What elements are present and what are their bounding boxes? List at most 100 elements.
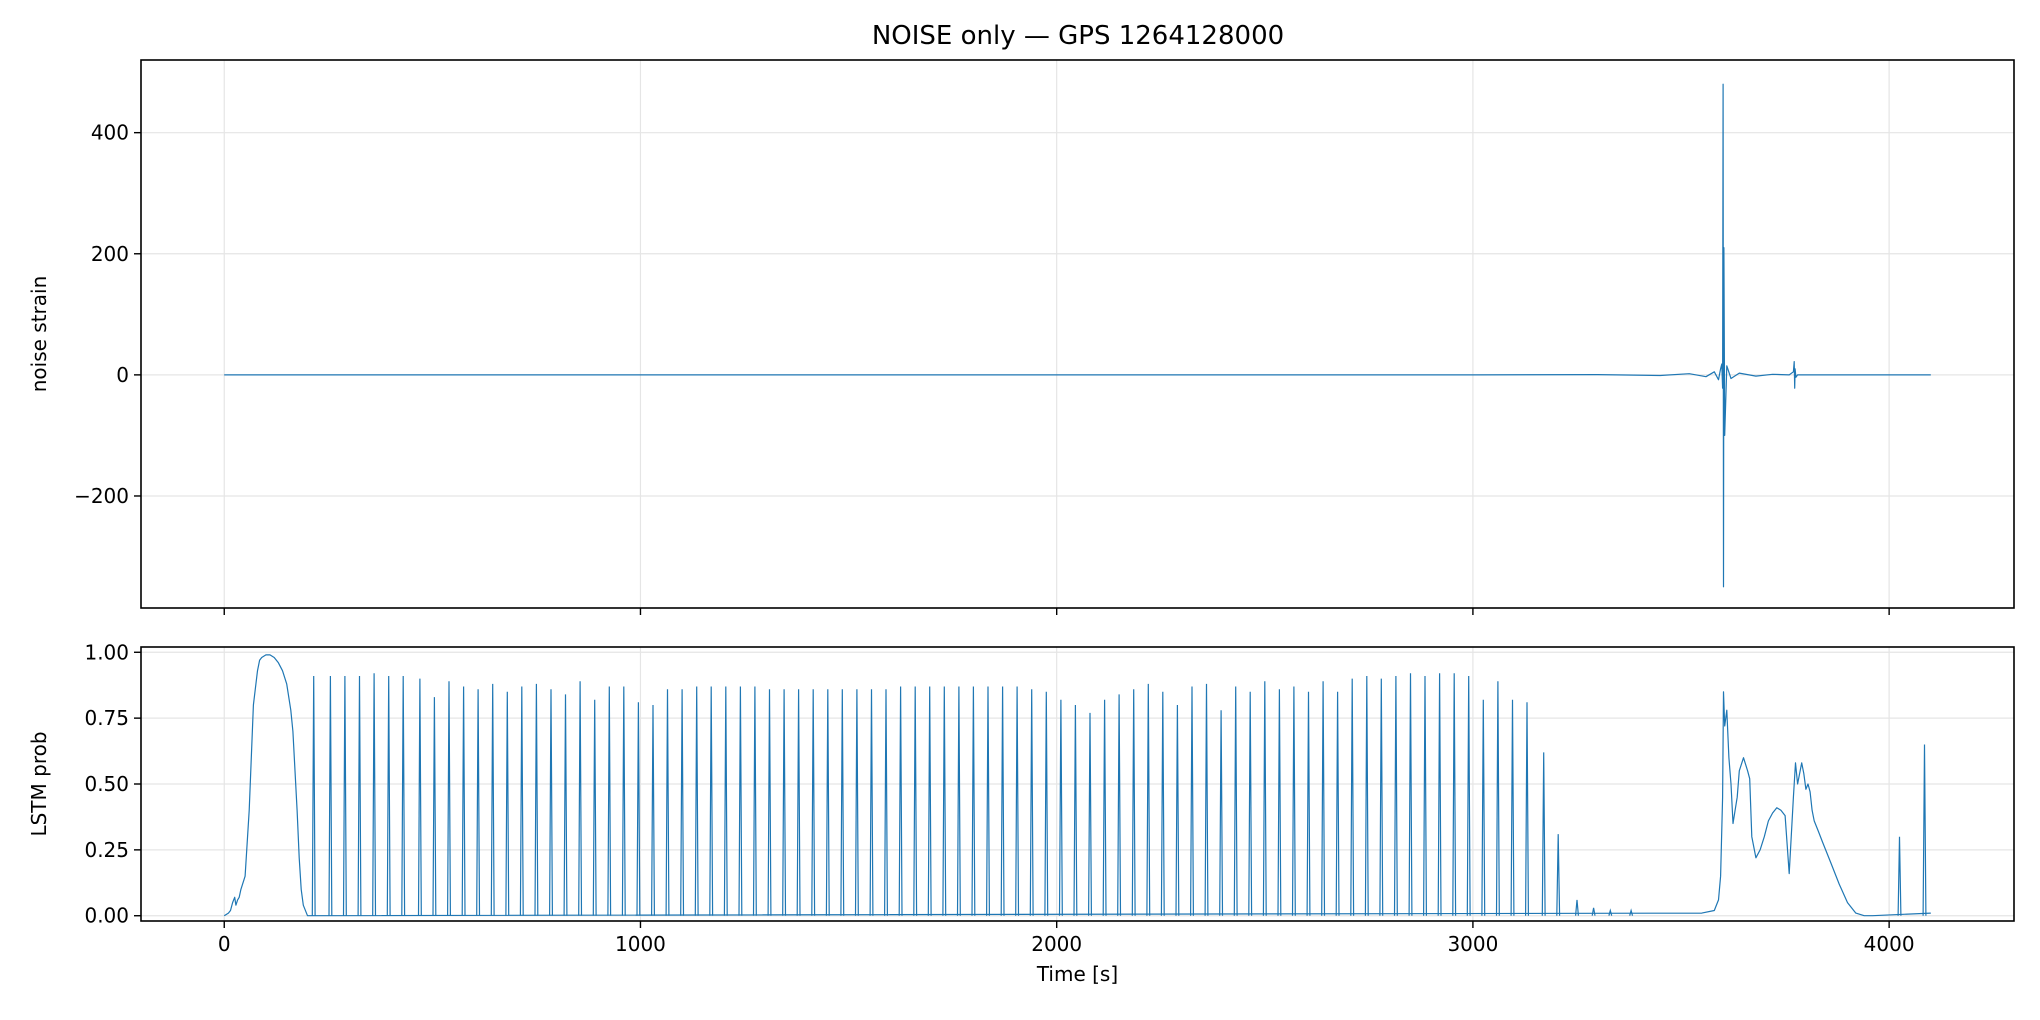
bottom-spike: [898, 686, 903, 916]
bottom-series: [223, 654, 1931, 917]
bottom-spike: [432, 697, 437, 916]
bottom-spike: [636, 702, 641, 916]
bottom-spike: [1922, 744, 1927, 916]
bottom-ytick-label: 1.00: [84, 640, 129, 664]
bottom-spike: [417, 678, 422, 916]
bottom-spike: [796, 689, 801, 916]
bottom-spike: [401, 675, 406, 916]
bottom-spike: [1160, 691, 1165, 916]
bottom-spike: [1437, 673, 1442, 916]
bottom-spike: [1102, 699, 1107, 916]
top-ytick-label: 200: [91, 242, 129, 266]
bottom-spike: [956, 686, 961, 916]
bottom-xtick-label: 0: [218, 932, 231, 956]
bottom-xtick-label: 4000: [1864, 932, 1915, 956]
bottom-spike: [1262, 681, 1267, 916]
bottom-spike: [1591, 907, 1596, 916]
bottom-xtick-label: 2000: [1031, 932, 1082, 956]
bottom-spike: [1510, 699, 1515, 916]
bottom-spike: [1058, 699, 1063, 916]
bottom-ytick-label: 0.25: [84, 838, 129, 862]
bottom-spike: [709, 686, 714, 916]
bottom-spike: [1044, 691, 1049, 916]
top-ytick-label: −200: [74, 484, 129, 508]
bottom-spike: [1556, 834, 1561, 916]
bottom-spike: [1277, 689, 1282, 916]
chart-title: NOISE only — GPS 1264128000: [872, 21, 1284, 51]
bottom-spike: [519, 686, 524, 916]
bottom-spike: [738, 686, 743, 916]
top-ytick-label: 400: [91, 121, 129, 145]
bottom-spike: [1073, 704, 1078, 916]
top-ylabel: noise strain: [27, 276, 51, 393]
bottom-ytick-label: 0.50: [84, 772, 129, 796]
bottom-spike: [985, 686, 991, 916]
bottom-spike: [1000, 686, 1005, 916]
bottom-spike: [1306, 691, 1311, 916]
bottom-spike: [840, 689, 845, 916]
bottom-grid: [141, 647, 2014, 921]
bottom-spike: [811, 689, 816, 916]
bottom-spike: [1291, 686, 1296, 916]
bottom-spike: [1087, 712, 1093, 916]
bottom-spike: [476, 689, 481, 916]
bottom-spike: [1335, 691, 1340, 916]
bottom-spike: [328, 675, 333, 916]
bottom-spike: [1452, 673, 1457, 916]
bottom-spike: [1321, 681, 1326, 916]
bottom-spike: [723, 686, 728, 916]
top-ticks: −200 0 200 400: [74, 121, 1890, 615]
bottom-spike: [782, 689, 787, 916]
bottom-spike: [971, 686, 976, 916]
bottom-spike: [883, 689, 889, 916]
bottom-spike: [578, 681, 583, 916]
bottom-spike: [1364, 675, 1369, 916]
bottom-spike: [1495, 681, 1500, 916]
bottom-ytick-label: 0.75: [84, 706, 129, 730]
bottom-spike: [1524, 702, 1530, 916]
bottom-spike: [1131, 689, 1136, 916]
bottom-spike: [1015, 686, 1020, 916]
bottom-spike: [357, 675, 362, 916]
bottom-spike: [825, 689, 830, 916]
bottom-panel: 0 1000 2000 3000 4000 0.00 0.25 0.50 0.75 1.00 LS…: [27, 640, 2015, 986]
bottom-spike: [461, 686, 466, 916]
bottom-spike: [1029, 689, 1034, 916]
bottom-spike: [913, 686, 918, 916]
bottom-spike: [767, 689, 772, 916]
bottom-spike: [447, 681, 451, 916]
bottom-spike: [1117, 694, 1122, 916]
bottom-spike: [854, 689, 859, 916]
bottom-spike: [563, 694, 568, 916]
bottom-ytick-label: 0.00: [84, 904, 129, 928]
bottom-spike: [607, 686, 612, 916]
bottom-spike: [311, 675, 316, 916]
bottom-spike: [505, 691, 510, 916]
bottom-spike: [1466, 675, 1471, 916]
top-series: [224, 83, 1931, 588]
bottom-spike: [342, 675, 347, 916]
bottom-spike: [1379, 678, 1384, 916]
bottom-xtick-label: 1000: [615, 932, 666, 956]
bottom-spike: [680, 689, 685, 916]
bottom-spike: [869, 689, 874, 916]
bottom-spike: [1350, 678, 1355, 916]
bottom-spike: [592, 699, 597, 916]
bottom-spike: [1175, 704, 1180, 916]
bottom-spike: [1422, 675, 1428, 916]
bottom-spike: [694, 686, 699, 916]
bottom-spike: [1393, 675, 1398, 916]
bottom-spike: [1541, 752, 1546, 916]
bottom-spike: [1233, 686, 1238, 916]
bottom-spike: [752, 686, 757, 916]
bottom-spike: [650, 704, 656, 916]
bottom-ylabel: LSTM prob: [27, 731, 51, 836]
top-panel: −200 0 200 400 noise strain: [27, 59, 2015, 615]
bottom-spike: [1248, 691, 1253, 916]
bottom-spike: [621, 686, 626, 916]
bottom-spike: [1189, 686, 1195, 916]
bottom-xlabel: Time [s]: [1036, 962, 1118, 986]
top-grid: [141, 60, 2014, 608]
bottom-spike: [1897, 836, 1902, 916]
bottom-spike: [1219, 710, 1224, 916]
